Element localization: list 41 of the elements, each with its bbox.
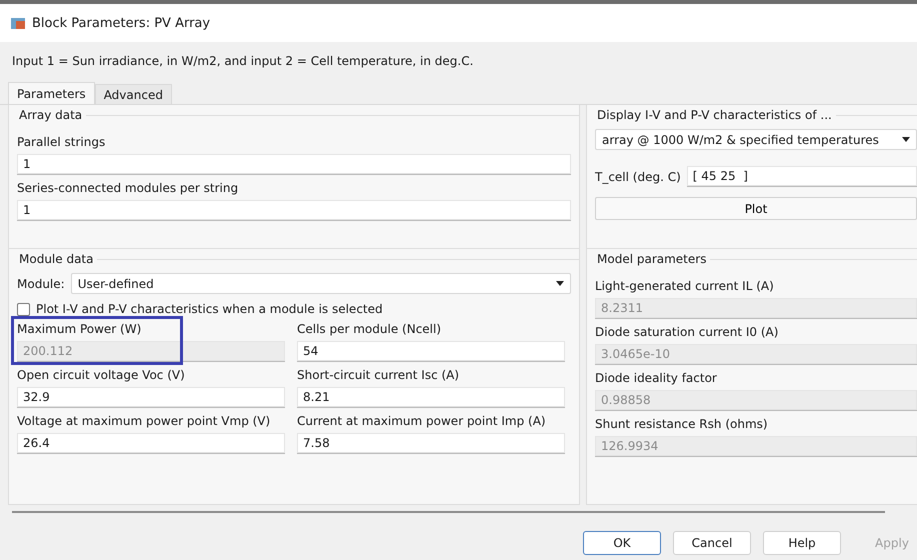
field-label: Module: [17, 276, 65, 290]
group-title: Display I-V and P-V characteristics of ... [596, 108, 832, 122]
field-label: Cells per module (Ncell) [297, 322, 442, 336]
group-title: Array data [18, 108, 82, 122]
dialog-button[interactable]: Cancel [673, 531, 751, 555]
input-field[interactable]: 7.58 [297, 433, 565, 454]
field-label: Maximum Power (W) [17, 322, 142, 336]
input-field[interactable]: 1 [17, 154, 571, 175]
plot-button[interactable]: Plot [595, 197, 917, 220]
field-label: Series-connected modules per string [17, 181, 240, 195]
field-label: Short-circuit current Isc (A) [297, 368, 460, 382]
field-label: Open circuit voltage Voc (V) [17, 368, 186, 382]
field-label: Diode saturation current I0 (A) [595, 325, 780, 339]
field-label: Parallel strings [17, 135, 106, 149]
input-field[interactable]: 8.21 [297, 387, 565, 408]
tab[interactable]: Parameters [8, 82, 95, 104]
display-dropdown[interactable]: array @ 1000 W/m2 & specified temperatures [595, 129, 917, 150]
caret-icon [556, 281, 564, 286]
checkbox-label: Plot I-V and P-V characteristics when a module is selected [36, 302, 383, 316]
input-field[interactable]: 32.9 [17, 387, 285, 408]
field-label: Voltage at maximum power point Vmp (V) [17, 414, 272, 428]
dialog-button[interactable]: Help [763, 531, 841, 555]
input-field[interactable]: 26.4 [17, 433, 285, 454]
group-title: Model parameters [596, 252, 706, 266]
block-icon [10, 16, 26, 30]
field-label: Current at maximum power point Imp (A) [297, 414, 547, 428]
field-label: T_cell (deg. C) [595, 170, 681, 184]
field-label: Shunt resistance Rsh (ohms) [595, 417, 769, 431]
field-label: Light-generated current IL (A) [595, 279, 775, 293]
caret-icon [902, 137, 910, 142]
tab[interactable]: Advanced [94, 84, 172, 104]
group-title: Module data [18, 252, 94, 266]
field-label: Diode ideality factor [595, 371, 718, 385]
window-title: Block Parameters: PV Array [32, 16, 210, 30]
dialog-button[interactable]: OK [583, 531, 661, 555]
description-text: Input 1 = Sun irradiance, in W/m2, and input 2 = Cell temperature, in deg.C. [12, 54, 474, 68]
input-field[interactable]: 1 [17, 200, 571, 221]
checkbox[interactable] [17, 302, 30, 316]
input-field[interactable]: [ 45 25 ] [686, 166, 917, 187]
module-dropdown[interactable]: User-defined [70, 273, 571, 294]
input-field[interactable]: 54 [297, 341, 565, 362]
